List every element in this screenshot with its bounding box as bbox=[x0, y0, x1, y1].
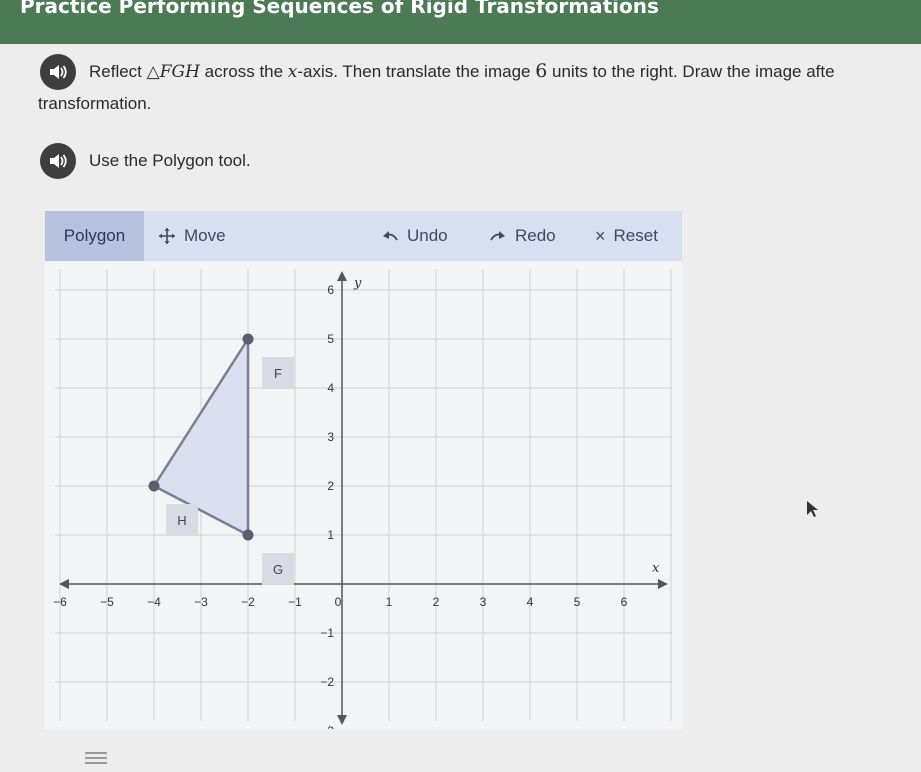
list-menu-icon[interactable] bbox=[85, 752, 107, 768]
x-tick-label: −1 bbox=[288, 595, 302, 609]
question-line-2: transformation. bbox=[38, 94, 152, 113]
undo-arrow-icon bbox=[383, 231, 398, 241]
x-tick-label: 0 bbox=[335, 595, 342, 609]
polygon-tool-button[interactable]: Polygon bbox=[45, 211, 144, 261]
x-tick-label: 3 bbox=[480, 595, 487, 609]
y-axis-arrow-up bbox=[337, 271, 347, 281]
y-axis-label: y bbox=[353, 276, 362, 291]
audio-button-hint[interactable] bbox=[40, 143, 76, 179]
x-axis-label: x bbox=[652, 561, 660, 576]
graph-toolbar: Polygon Move Undo Redo × Reset bbox=[45, 211, 682, 261]
y-tick-label: −1 bbox=[320, 626, 334, 640]
x-axis-arrow-right bbox=[658, 579, 668, 589]
move-icon bbox=[159, 228, 175, 244]
y-axis-arrow-down bbox=[337, 715, 347, 725]
x-tick-label: −2 bbox=[241, 595, 255, 609]
y-tick-label: 6 bbox=[327, 283, 334, 297]
speaker-icon bbox=[50, 65, 67, 79]
hint-text: Use the Polygon tool. bbox=[89, 151, 251, 170]
close-icon: × bbox=[595, 225, 606, 246]
x-tick-label: 4 bbox=[527, 595, 534, 609]
audio-button-question[interactable] bbox=[40, 54, 76, 90]
redo-arrow-icon bbox=[490, 231, 505, 241]
y-tick-label: −3 bbox=[320, 724, 334, 729]
vertex-point-f[interactable] bbox=[242, 333, 254, 345]
undo-button[interactable]: Undo bbox=[381, 211, 448, 261]
title-bar: Practice Performing Sequences of Rigid T… bbox=[0, 0, 921, 44]
speaker-icon bbox=[50, 154, 67, 168]
vertex-label-f: F bbox=[262, 357, 294, 389]
question-line-1: Reflect △FGH across the x-axis. Then tra… bbox=[89, 60, 835, 82]
vertex-point-g[interactable] bbox=[242, 529, 254, 541]
redo-button[interactable]: Redo bbox=[489, 211, 556, 261]
vertex-label-g: G bbox=[262, 553, 294, 585]
x-tick-label: 5 bbox=[574, 595, 581, 609]
y-tick-label: 5 bbox=[327, 332, 334, 346]
vertex-label-h: H bbox=[166, 504, 198, 536]
page-title: Practice Performing Sequences of Rigid T… bbox=[20, 0, 659, 18]
vertex-point-h[interactable] bbox=[148, 480, 160, 492]
y-tick-label: 3 bbox=[327, 430, 334, 444]
reset-button[interactable]: × Reset bbox=[595, 211, 658, 261]
x-tick-label: −6 bbox=[53, 595, 67, 609]
x-tick-label: −4 bbox=[147, 595, 161, 609]
y-tick-label: 4 bbox=[327, 381, 334, 395]
mouse-cursor-icon bbox=[807, 501, 818, 517]
y-tick-label: 2 bbox=[327, 479, 334, 493]
x-tick-label: −5 bbox=[100, 595, 114, 609]
x-tick-label: 6 bbox=[621, 595, 628, 609]
y-tick-label: −2 bbox=[320, 675, 334, 689]
move-tool-button[interactable]: Move bbox=[158, 211, 226, 261]
y-tick-label: 1 bbox=[327, 528, 334, 542]
graph-svg[interactable]: −6 −5 −4 −3 −2 −1 0 1 2 3 4 5 6 −3 −2 −1 1 2 3 4 5 6 x y bbox=[45, 261, 682, 729]
x-tick-label: 1 bbox=[386, 595, 393, 609]
coordinate-plane[interactable]: −6 −5 −4 −3 −2 −1 0 1 2 3 4 5 6 −3 −2 −1 1 2 3 4 5 6 x y F G H bbox=[45, 261, 682, 729]
x-tick-label: 2 bbox=[433, 595, 440, 609]
x-tick-label: −3 bbox=[194, 595, 208, 609]
